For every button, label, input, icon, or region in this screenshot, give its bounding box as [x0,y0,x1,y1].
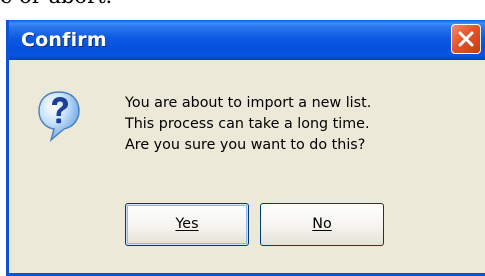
no-button[interactable]: No [260,203,384,246]
close-button[interactable] [451,24,481,54]
yes-button-label: Yes [175,216,199,232]
background-caption-text: e or abort. [0,0,200,11]
title-bar[interactable]: Confirm [9,20,485,60]
screenshot-page: e or abort. Confirm You are [0,0,485,276]
dialog-message: You are about to import a new list. This… [125,93,371,156]
no-button-label: No [312,216,332,232]
confirm-dialog: Confirm You are about to import a new li… [6,20,485,276]
message-line: You are about to import a new list. [125,95,372,111]
message-line: Are you sure you want to do this? [125,137,366,153]
close-icon [458,31,474,47]
yes-button[interactable]: Yes [125,203,249,246]
message-line: This process can take a long time. [125,116,370,132]
dialog-title: Confirm [21,29,107,51]
question-icon [38,91,80,142]
